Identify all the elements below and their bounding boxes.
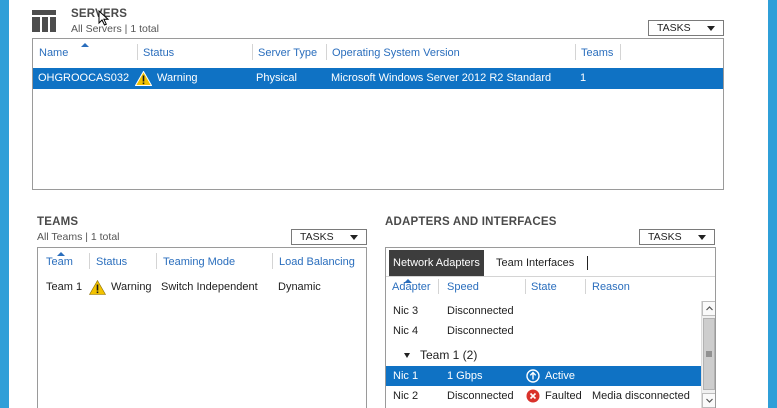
column-divider [137,44,138,60]
server-name-cell: OHGROOCAS032 [38,72,130,84]
column-divider [89,253,90,269]
collapse-arrow-icon[interactable] [404,353,410,358]
servers-icon [32,10,56,32]
column-header-teams[interactable]: Teams [581,42,613,64]
servers-subtitle: All Servers | 1 total [71,23,159,35]
servers-tasks-label: TASKS [657,22,691,34]
chevron-down-icon [350,235,358,240]
teams-subtitle: All Teams | 1 total [37,231,120,243]
column-divider [272,253,273,269]
column-header-team[interactable]: Team [46,251,73,273]
team-status-cell: Warning [111,281,152,293]
adapter-speed-cell: Disconnected [447,325,514,337]
team-load-balancing-cell: Dynamic [278,281,321,293]
chevron-down-icon [706,398,713,403]
column-divider [252,44,253,60]
server-os-cell: Microsoft Windows Server 2012 R2 Standar… [331,72,552,84]
column-header-adapter[interactable]: Adapter [392,276,431,298]
nic-teaming-window: SERVERS All Servers | 1 total TASKS Name… [9,0,768,408]
column-header-status[interactable]: Status [143,42,174,64]
team-name-cell: Team 1 [46,281,83,293]
adapter-name-cell: Nic 3 [393,305,419,317]
column-header-name[interactable]: Name [39,42,68,64]
adapter-name-cell: Nic 2 [393,390,419,402]
adapter-speed-cell: 1 Gbps [447,370,483,382]
team-mode-cell: Switch Independent [161,281,258,293]
column-header-server-type[interactable]: Server Type [258,42,317,64]
server-status-cell: Warning [157,72,198,84]
column-divider [575,44,576,60]
active-up-arrow-icon [526,369,540,383]
text-cursor [587,256,588,270]
adapter-name-cell: Nic 4 [393,325,419,337]
group-header[interactable]: Team 1 (2) [386,345,702,365]
tab-network-adapters[interactable]: Network Adapters [389,250,484,276]
chevron-up-icon [706,306,713,311]
column-header-speed[interactable]: Speed [447,276,479,298]
column-header-os-version[interactable]: Operating System Version [332,42,460,64]
teams-tasks-button[interactable]: TASKS [291,229,367,245]
table-row[interactable]: Team 1 Warning Switch Independent Dynami… [38,277,366,297]
adapters-tasks-button[interactable]: TASKS [639,229,715,245]
column-divider [156,253,157,269]
warning-icon [135,71,152,86]
table-row-selected[interactable]: OHGROOCAS032 Warning Physical Microsoft … [33,68,723,89]
table-row[interactable]: Nic 2 Disconnected Faulted Media disconn… [386,386,702,406]
adapters-panel: Network Adapters Team Interfaces Adapter… [385,247,716,408]
column-header-teaming-mode[interactable]: Teaming Mode [163,251,235,273]
adapters-title: ADAPTERS AND INTERFACES [385,216,557,228]
servers-tasks-button[interactable]: TASKS [648,20,724,36]
teams-tasks-label: TASKS [300,231,334,243]
adapter-name-cell: Nic 1 [393,370,419,382]
servers-table: Name Status Server Type Operating System… [32,38,724,190]
adapter-reason-cell: Media disconnected [592,390,690,402]
tab-team-interfaces[interactable]: Team Interfaces [492,250,578,276]
column-divider [326,44,327,60]
sort-ascending-icon [81,43,89,47]
column-header-status[interactable]: Status [96,251,127,273]
scroll-up-button[interactable] [702,301,715,316]
column-header-state[interactable]: State [531,276,557,298]
chevron-down-icon [707,26,715,31]
table-row[interactable]: Nic 3 Disconnected [386,301,702,321]
teams-title: TEAMS [37,216,79,228]
error-x-icon [526,389,540,403]
adapter-speed-cell: Disconnected [447,305,514,317]
server-teams-cell: 1 [580,72,587,84]
server-type-cell: Physical [256,72,297,84]
scrollbar-thumb[interactable] [703,318,715,390]
teams-table: Team Status Teaming Mode Load Balancing … [37,247,367,408]
adapter-state-cell: Active [545,370,575,382]
column-divider [585,279,586,294]
adapters-tasks-label: TASKS [648,231,682,243]
adapter-state-cell: Faulted [545,390,582,402]
group-label: Team 1 (2) [420,348,478,362]
column-divider [620,44,621,60]
vertical-scrollbar[interactable] [701,301,715,408]
mouse-cursor-icon [98,10,110,26]
column-divider [438,279,439,294]
column-divider [525,279,526,294]
chevron-down-icon [698,235,706,240]
column-header-load-balancing[interactable]: Load Balancing [279,251,355,273]
adapter-speed-cell: Disconnected [447,390,514,402]
table-row[interactable]: Nic 4 Disconnected [386,321,702,341]
scroll-down-button[interactable] [702,393,715,408]
table-row-selected[interactable]: Nic 1 1 Gbps Active [386,366,702,386]
column-header-reason[interactable]: Reason [592,276,630,298]
grip-icon [706,351,712,357]
warning-icon [89,280,106,295]
